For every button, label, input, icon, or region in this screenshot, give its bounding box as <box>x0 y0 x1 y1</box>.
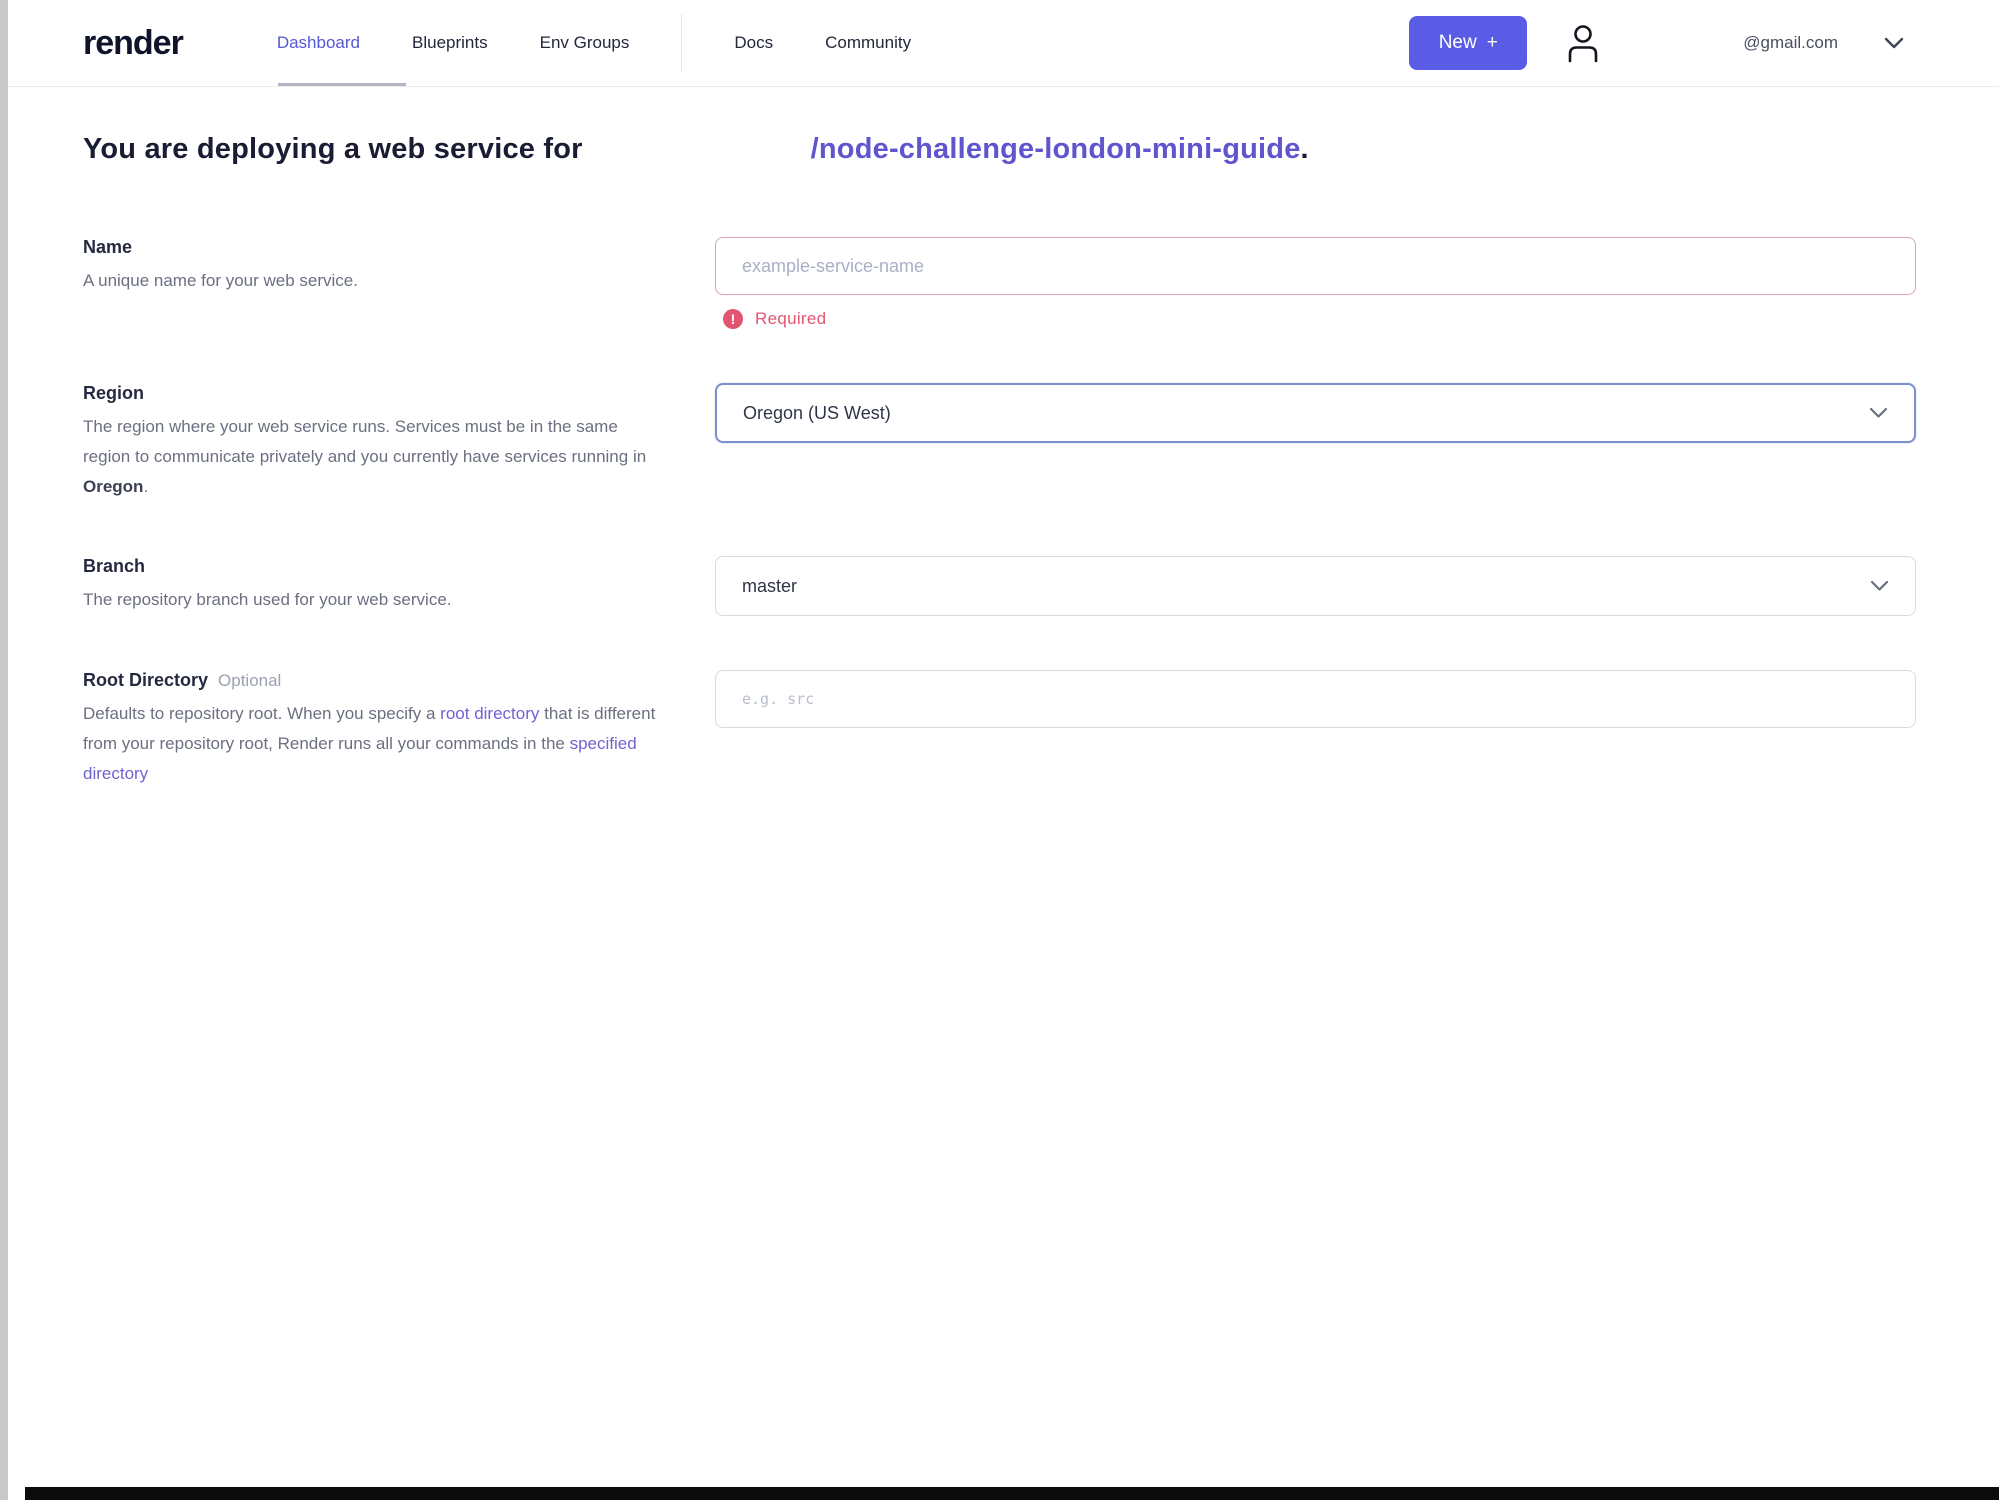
root-directory-description: Defaults to repository root. When you sp… <box>83 699 660 789</box>
account-chevron-down-icon[interactable] <box>1884 37 1904 50</box>
region-select[interactable]: Oregon (US West) <box>715 383 1916 443</box>
render-logo: render <box>83 23 184 62</box>
root-directory-link[interactable]: root directory <box>440 704 539 723</box>
top-nav: render Dashboard Blueprints Env Groups D… <box>0 0 1999 87</box>
region-description-text: The region where your web service runs. … <box>83 417 647 466</box>
account-email: @gmail.com <box>1743 33 1838 52</box>
name-input[interactable] <box>715 237 1916 295</box>
branch-label: Branch <box>83 556 146 576</box>
region-label: Region <box>83 383 144 403</box>
nav-item-blueprints[interactable]: Blueprints <box>412 33 488 53</box>
region-description: The region where your web service runs. … <box>83 412 660 502</box>
plus-icon: + <box>1486 32 1498 53</box>
nav-divider <box>681 14 683 72</box>
screenshot-left-edge <box>0 0 8 1500</box>
active-tab-underline <box>278 83 406 86</box>
nav-item-env-groups[interactable]: Env Groups <box>540 33 630 53</box>
region-description-oregon: Oregon <box>83 477 144 496</box>
region-select-value: Oregon (US West) <box>743 402 891 423</box>
name-row: Name A unique name for your web service.… <box>83 237 1916 329</box>
root-directory-input[interactable] <box>715 670 1916 728</box>
name-description: A unique name for your web service. <box>83 271 358 290</box>
optional-badge: Optional <box>218 671 282 690</box>
user-icon[interactable] <box>1565 23 1601 63</box>
root-directory-row: Root Directory Optional Defaults to repos… <box>83 670 1916 789</box>
name-label: Name <box>83 237 133 257</box>
screenshot-bottom-bar <box>25 1487 1999 1500</box>
root-directory-description-text-1: Defaults to repository root. When you sp… <box>83 704 441 723</box>
new-button[interactable]: New + <box>1409 16 1528 70</box>
repo-link[interactable]: /node-challenge-london-mini-guide <box>811 133 1301 165</box>
root-directory-label-text: Root Directory <box>83 670 209 690</box>
branch-select-value: master <box>742 575 798 596</box>
name-error-text: Required <box>755 309 827 328</box>
error-exclamation-icon: ! <box>723 309 743 329</box>
branch-select[interactable]: master <box>715 556 1916 616</box>
page-title-prefix: You are deploying a web service for <box>83 133 583 165</box>
region-description-period: . <box>143 477 149 496</box>
new-button-label: New <box>1438 32 1477 53</box>
root-directory-label: Root Directory Optional <box>83 670 660 691</box>
name-error: ! Required <box>723 309 1916 329</box>
region-row: Region The region where your web service… <box>83 383 1916 502</box>
page-title: You are deploying a web service for/node… <box>83 133 1916 166</box>
nav-item-community[interactable]: Community <box>825 33 911 53</box>
nav-item-docs[interactable]: Docs <box>734 33 773 53</box>
web-service-form: Name A unique name for your web service.… <box>83 237 1916 789</box>
nav-item-dashboard[interactable]: Dashboard <box>277 33 360 53</box>
branch-description: The repository branch used for your web … <box>83 590 452 609</box>
branch-row: Branch The repository branch used for yo… <box>83 556 1916 616</box>
deploy-form-page: You are deploying a web service for/node… <box>0 133 1999 789</box>
page-title-suffix: . <box>1300 133 1309 165</box>
branch-chevron-down-icon <box>1870 580 1889 592</box>
region-chevron-down-icon <box>1869 407 1888 419</box>
